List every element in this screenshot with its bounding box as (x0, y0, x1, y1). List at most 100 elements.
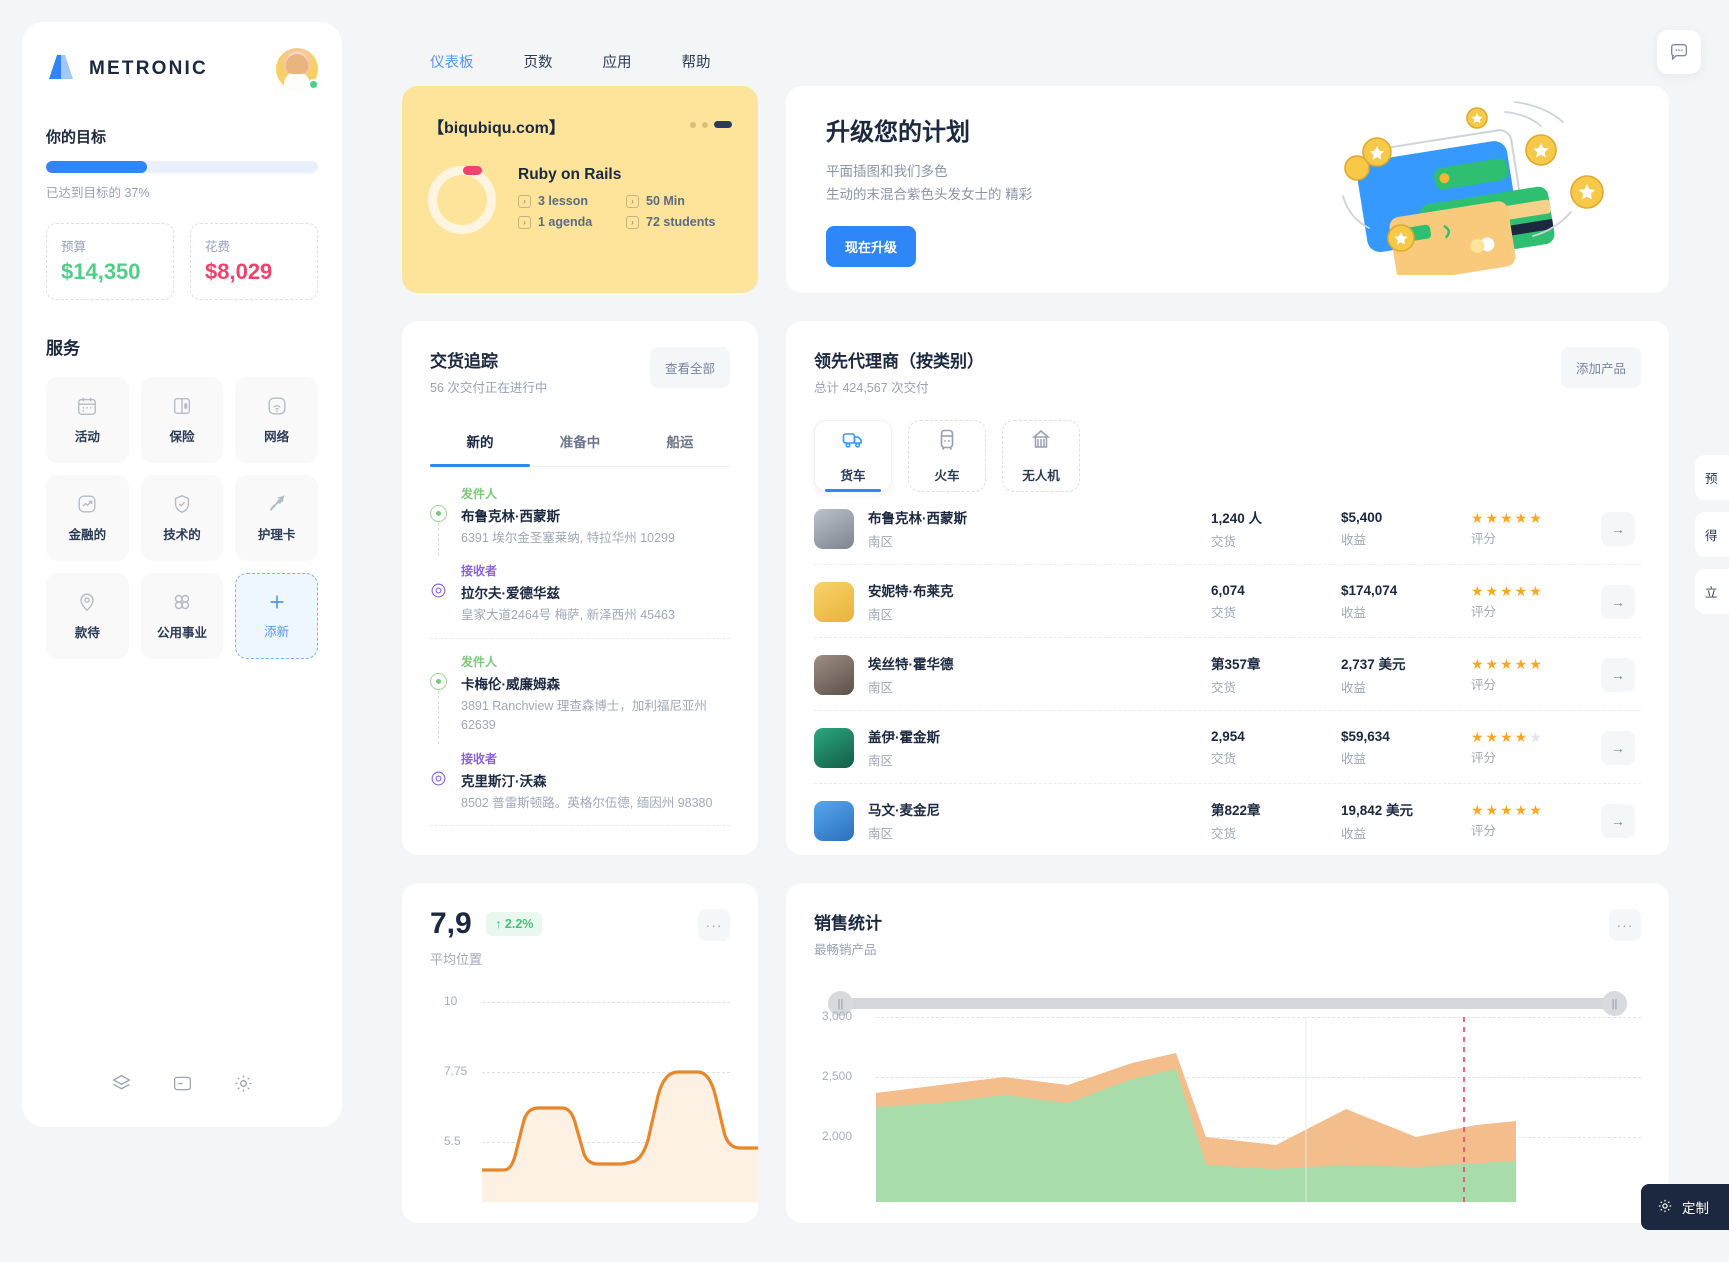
slider-handle-right[interactable]: || (1602, 991, 1627, 1016)
receiver-role-label: 接收者 (461, 751, 498, 766)
avatar[interactable] (276, 48, 319, 90)
service-label: 添新 (264, 625, 290, 639)
agent-identity: 马文·麦金尼 南区 (868, 799, 1211, 842)
brand[interactable]: METRONIC (46, 53, 208, 86)
customize-button[interactable]: 定制 (1641, 1184, 1729, 1230)
arrow-right-icon[interactable]: → (1601, 803, 1635, 838)
service-tile-add-new[interactable]: 添新 (235, 573, 318, 659)
timeline-connector (438, 690, 439, 744)
kebab-icon[interactable]: ··· (698, 909, 730, 941)
drone-icon (1029, 428, 1053, 457)
rail-item[interactable]: 预 (1695, 455, 1729, 500)
upgrade-now-button[interactable]: 现在升级 (826, 225, 917, 267)
note-icon[interactable] (172, 1073, 193, 1099)
promo-meta-value: 50 Min (646, 194, 685, 208)
sales-area-chart: 3,000 2,500 2,000 (814, 1009, 1641, 1202)
service-label: 护理卡 (257, 528, 296, 542)
gear-icon (1657, 1198, 1673, 1217)
arrow-right-icon[interactable]: → (1601, 511, 1635, 546)
tab-new[interactable]: 新的 (430, 418, 530, 467)
nav-item-dashboard[interactable]: 仪表板 (412, 44, 492, 79)
arrow-right-icon[interactable]: → (1601, 657, 1635, 692)
carousel-dot[interactable] (702, 121, 708, 128)
rating-label: 评分 (1471, 750, 1497, 765)
service-tile-events[interactable]: 活动 (46, 377, 129, 463)
chat-icon[interactable] (1657, 30, 1701, 74)
sender-info: 发件人 布鲁克林·西蒙斯 6391 埃尔金圣塞莱纳, 特拉华州 10299 (461, 485, 675, 548)
rating-label: 评分 (1471, 823, 1497, 838)
carousel-dot-active[interactable] (714, 121, 732, 128)
goal-progress-fill (46, 161, 147, 173)
tab-shipping[interactable]: 船运 (630, 418, 730, 466)
stat-spent-label: 花费 (205, 240, 231, 254)
service-tile-network[interactable]: 网络 (235, 377, 318, 463)
sales-titles: 销售统计 最畅销产品 (814, 909, 882, 958)
row-action[interactable]: → (1601, 803, 1641, 838)
nav-item-help[interactable]: 帮助 (664, 44, 729, 79)
service-tile-technical[interactable]: 技术的 (140, 475, 224, 561)
promo-header: 【biqubiqu.com】 (428, 114, 732, 138)
services-grid: 活动 保险 网络 金融的 技术的 护理卡 款待 公用事业 添新 (46, 377, 318, 659)
row-action[interactable]: → (1601, 730, 1641, 765)
row-action[interactable]: → (1601, 657, 1641, 692)
agent-region: 南区 (868, 754, 894, 768)
nav-item-pages[interactable]: 页数 (506, 44, 571, 79)
brand-name: METRONIC (89, 58, 208, 79)
range-slider[interactable]: || || (814, 991, 1641, 1016)
rating-stars: ★★★★★ (1471, 509, 1544, 526)
tab-preparing[interactable]: 准备中 (530, 418, 630, 466)
stat-budget-label: 预算 (61, 240, 87, 254)
rail-item[interactable]: 得 (1695, 512, 1729, 557)
service-tile-finance[interactable]: 金融的 (46, 475, 129, 561)
truck-icon (841, 428, 865, 457)
carousel-dots[interactable] (690, 114, 732, 128)
arrow-right-icon[interactable]: → (1601, 584, 1635, 619)
rail-item[interactable]: 立 (1695, 569, 1729, 614)
mode-tab-truck[interactable]: 货车 (814, 420, 892, 492)
carousel-dot[interactable] (690, 121, 696, 128)
agent-name: 马文·麦金尼 (868, 803, 940, 818)
revenue-value: $5,400 (1341, 509, 1383, 525)
gear-icon[interactable] (233, 1073, 254, 1099)
mode-tab-drone[interactable]: 无人机 (1002, 420, 1080, 492)
service-tile-hospitality[interactable]: 款待 (46, 573, 129, 659)
tracking-header: 交货追踪 56 次交付正在进行中 查看全部 (430, 347, 730, 396)
agent-identity: 埃丝特·霍华德 南区 (868, 653, 1211, 696)
rating-stars: ★★★★★ (1471, 582, 1544, 599)
service-tile-insurance[interactable]: 保险 (140, 377, 224, 463)
tracking-group: 发件人 布鲁克林·西蒙斯 6391 埃尔金圣塞莱纳, 特拉华州 10299 接收… (430, 485, 730, 639)
kebab-icon[interactable]: ··· (1609, 909, 1641, 941)
row-action[interactable]: → (1601, 584, 1641, 619)
slider-track[interactable]: || || (828, 991, 1627, 1016)
deliveries-label: 交货 (1211, 827, 1237, 841)
train-icon (935, 428, 959, 457)
rocket-icon (266, 493, 288, 515)
timeline-marker (430, 750, 448, 813)
position-line-series (482, 1070, 758, 1202)
sales-title: 销售统计 (814, 914, 882, 933)
service-tile-carecard[interactable]: 护理卡 (235, 475, 318, 561)
agent-revenue: $5,400 收益 (1341, 510, 1471, 548)
revenue-value: 2,737 美元 (1341, 657, 1406, 672)
mode-tab-train[interactable]: 火车 (908, 420, 986, 492)
row-action[interactable]: → (1601, 511, 1641, 546)
service-tile-utilities[interactable]: 公用事业 (140, 573, 224, 659)
chevron-right-icon: › (518, 194, 531, 208)
service-label: 公用事业 (156, 626, 207, 640)
arrow-right-icon[interactable]: → (1601, 730, 1635, 765)
layers-icon[interactable] (111, 1073, 132, 1099)
service-label: 保险 (169, 430, 195, 444)
leading-agents-card: 领先代理商（按类别） 总计 424,567 次交付 添加产品 货车 火车 无人机… (786, 321, 1669, 855)
nav-item-apps[interactable]: 应用 (585, 44, 650, 79)
revenue-value: $59,634 (1341, 728, 1390, 744)
add-product-button[interactable]: 添加产品 (1560, 347, 1641, 388)
agent-deliveries: 6,074 交货 (1211, 583, 1341, 621)
upgrade-subtitle: 平面插图和我们多色 生动的末混合紫色头发女士的 精彩 (826, 161, 1032, 206)
y-tick-label: 10 (444, 994, 458, 1008)
shield-check-icon (171, 493, 193, 515)
sales-subtitle: 最畅销产品 (814, 943, 877, 957)
promo-meta-value: 72 students (646, 215, 716, 229)
customize-label: 定制 (1682, 1201, 1709, 1216)
view-all-button[interactable]: 查看全部 (649, 347, 730, 388)
agents-title: 领先代理商（按类别） (814, 352, 984, 371)
